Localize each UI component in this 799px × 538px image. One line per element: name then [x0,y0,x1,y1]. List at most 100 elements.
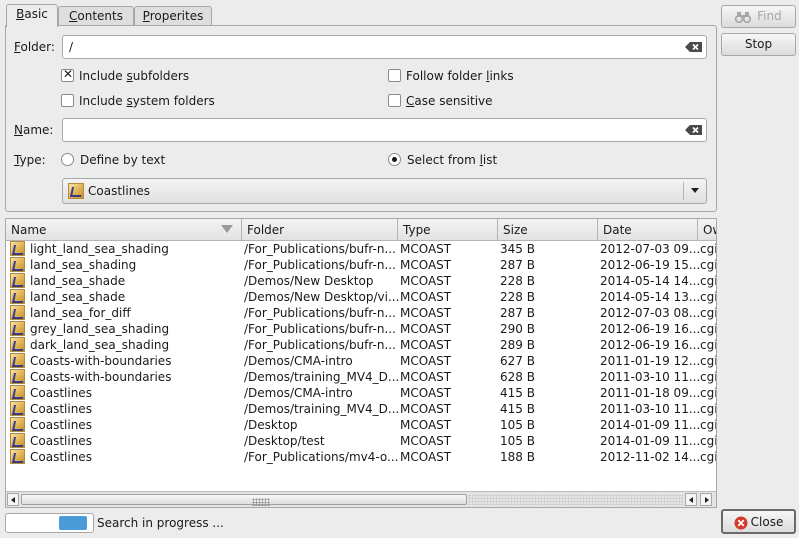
table-cell: 415 B [500,386,535,400]
table-cell: /Demos/training_MV4_D... [244,402,400,416]
tab-contents[interactable]: Contents [58,6,134,26]
column-header-type[interactable]: Type [398,219,498,241]
status-text: Search in progress ... [97,516,224,530]
table-cell: land_sea_for_diff [30,306,131,320]
table-cell: 105 B [500,418,535,432]
select-from-list-label: Select from list [407,153,498,167]
clear-text-icon[interactable] [685,125,703,135]
stop-button[interactable]: Stop [721,33,796,56]
table-cell: MCOAST [400,370,452,384]
scrollbar-track[interactable] [468,494,683,505]
table-row[interactable]: Coasts-with-boundaries/Demos/CMA-intro MC… [6,353,716,369]
table-row[interactable]: land_sea_shade/Demos/New Desktop/vi... MC… [6,289,716,305]
folder-input[interactable]: / [62,35,707,59]
table-cell: Coastlines [30,386,92,400]
coast-icon [10,257,25,272]
table-cell: MCOAST [400,290,452,304]
table-row[interactable]: grey_land_sea_shading/For_Publications/b… [6,321,716,337]
table-row[interactable]: Coastlines/Desktop/test MCOAST 105 B 2014-0… [6,433,716,449]
table-cell: MCOAST [400,354,452,368]
table-cell: cgi [700,370,717,384]
table-row[interactable]: land_sea_shading/For_Publications/bufr-n… [6,257,716,273]
table-row[interactable]: Coastlines/For_Publications/mv4-o... MCOA… [6,449,717,465]
coast-icon [10,369,25,384]
table-cell: /For_Publications/bufr-n... [244,242,396,256]
follow-folder-links-checkbox[interactable] [388,69,401,82]
column-header-folder[interactable]: Folder [242,219,398,241]
table-cell: /For_Publications/bufr-n... [244,306,396,320]
table-cell: MCOAST [400,274,452,288]
table-cell: MCOAST [400,450,452,464]
table-cell: 415 B [500,402,535,416]
table-cell: Coasts-with-boundaries [30,354,172,368]
table-cell: cgi [700,386,717,400]
table-cell: /For_Publications/bufr-n... [244,338,396,352]
table-row[interactable]: Coastlines/Demos/CMA-intro MCOAST 415 B 201… [6,385,717,401]
table-cell: MCOAST [400,322,452,336]
scrollbar-thumb[interactable] [21,494,467,506]
table-cell: 2012-06-19 16... [600,322,701,336]
coast-icon [10,433,25,448]
column-header-name[interactable]: Name [6,219,242,241]
table-cell: MCOAST [400,418,452,432]
table-row[interactable]: light_land_sea_shading/For_Publications/… [6,241,717,257]
folder-label: Folder: [14,40,55,54]
table-cell: MCOAST [400,242,452,256]
column-header-date[interactable]: Date [598,219,698,241]
check-mark-icon: ✕ [63,67,74,81]
include-system-folders-checkbox[interactable] [61,94,74,107]
table-cell: 2014-05-14 13... [600,290,701,304]
close-button[interactable]: Close [721,509,796,534]
table-header: Name Folder Type Size Date Ow [6,219,716,241]
scroll-right-button[interactable] [700,493,712,506]
table-cell: 628 B [500,370,535,384]
tab-properites[interactable]: Properites [134,6,212,26]
table-cell: 228 B [500,290,535,304]
table-row[interactable]: dark_land_sea_shading/For_Publications/b… [6,337,716,353]
coast-icon [10,305,25,320]
table-cell: land_sea_shade [30,274,126,288]
scroll-left-button-2[interactable] [685,493,697,506]
chevron-down-icon[interactable] [691,188,699,193]
column-header-owner[interactable]: Ow [698,219,716,241]
table-cell: cgi [700,242,717,256]
horizontal-scrollbar[interactable] [6,491,716,507]
table-row[interactable]: Coastlines/Desktop MCOAST 105 B 2014-01-09 … [6,417,716,433]
clear-text-icon[interactable] [685,42,703,52]
define-by-text-radio[interactable] [61,153,74,166]
table-cell: grey_land_sea_shading [30,322,170,336]
tab-basic[interactable]: Basic [6,4,58,27]
coast-icon [10,401,25,416]
table-row[interactable]: Coastlines/Demos/training_MV4_D... MCOAST… [6,401,717,417]
find-button-label: Find [757,9,782,23]
coast-icon [10,321,25,336]
table-cell: 2011-03-10 11... [600,370,701,384]
find-button[interactable]: Find [721,5,796,28]
type-list-select[interactable]: Coastlines [62,178,707,204]
table-cell: cgi [700,402,717,416]
type-list-value: Coastlines [88,184,150,198]
table-cell: 287 B [500,258,535,272]
table-cell: 290 B [500,322,535,336]
include-subfolders-checkbox[interactable]: ✕ [61,67,74,82]
table-cell: cgi [700,450,717,464]
name-input[interactable] [62,118,707,142]
coast-icon [10,337,25,352]
case-sensitive-label: Case sensitive [406,94,493,108]
type-label: Type: [14,153,46,167]
table-cell: land_sea_shade [30,290,126,304]
scroll-left-button[interactable] [7,493,19,506]
table-row[interactable]: land_sea_shade/Demos/New Desktop MCOAST 22… [6,273,716,289]
select-from-list-radio[interactable] [388,153,401,166]
table-cell: 627 B [500,354,535,368]
results-table[interactable]: Name Folder Type Size Date Ow light_land… [5,218,717,508]
table-row[interactable]: land_sea_for_diff/For_Publications/bufr-… [6,305,717,321]
close-button-label: Close [750,515,784,529]
case-sensitive-checkbox[interactable] [388,94,401,107]
table-row[interactable]: Coasts-with-boundaries/Demos/training_MV… [6,369,717,385]
coast-icon [68,183,84,199]
column-header-size[interactable]: Size [498,219,598,241]
table-cell: cgi [700,306,717,320]
table-cell: 2014-01-09 11... [600,434,701,448]
table-cell: land_sea_shading [30,258,137,272]
